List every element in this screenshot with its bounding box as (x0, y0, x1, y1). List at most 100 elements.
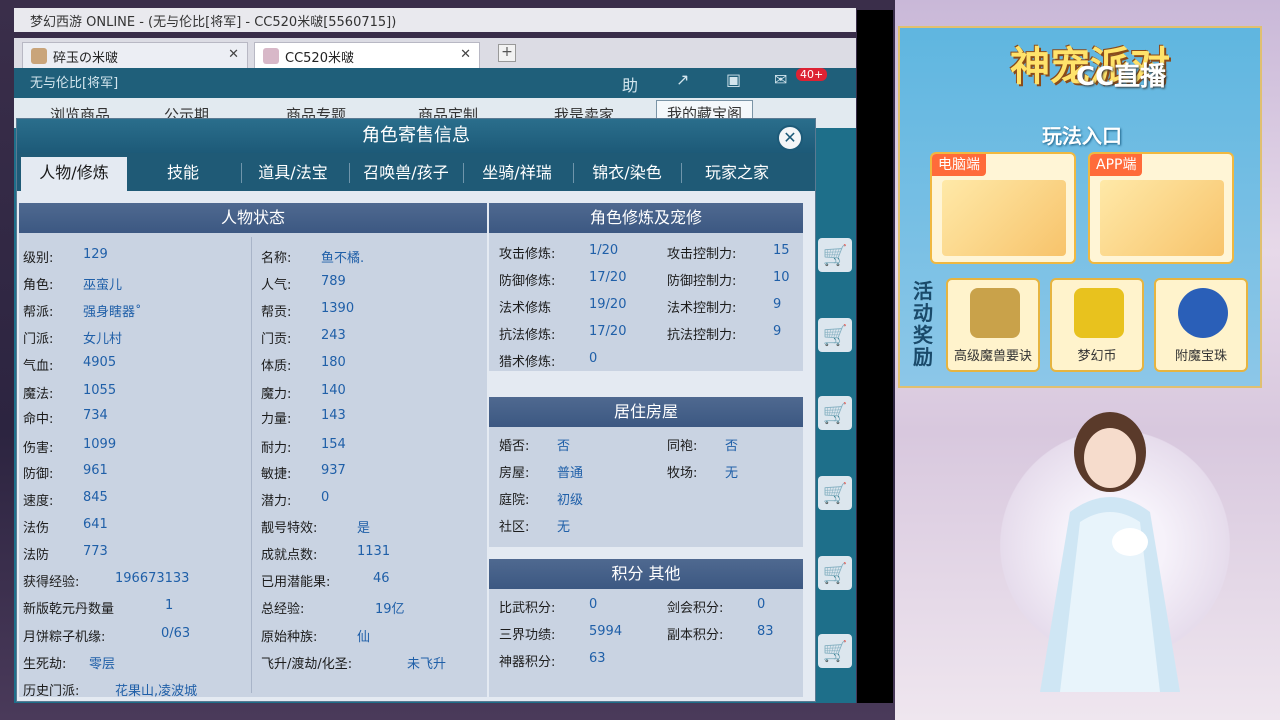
cart-icon[interactable]: 🛒 (818, 238, 852, 272)
stat-label: 社区: (499, 520, 530, 535)
stat-label: 角色: (23, 278, 54, 293)
stat-value: 0 (589, 597, 598, 612)
stat-row: 防御控制力: 10 (667, 270, 790, 289)
reward-item[interactable]: 附魔宝珠 (1154, 278, 1248, 372)
mail-icon[interactable]: ✉ (774, 70, 787, 89)
close-button[interactable]: ✕ (777, 125, 803, 151)
stat-row: 法防 773 (23, 544, 108, 563)
stat-row: 获得经验: 196673133 (23, 571, 189, 590)
close-icon[interactable]: ✕ (228, 47, 239, 62)
stat-value: 仙 (357, 630, 371, 645)
stat-row: 防御修炼: 17/20 (499, 270, 626, 289)
stat-value: 4905 (83, 355, 117, 370)
stat-value: 10 (773, 270, 790, 285)
pc-card[interactable]: 电脑端 (930, 152, 1076, 264)
stat-row: 角色: 巫蛮儿 (23, 274, 122, 293)
stat-row: 帮派: 强身瞎器˚ (23, 301, 142, 320)
stat-value: 花果山,凌波城 (115, 684, 198, 699)
cart-icon[interactable]: 🛒 (818, 396, 852, 430)
notification-badge: 40+ (796, 68, 828, 81)
tab-clothing[interactable]: 锦衣/染色 (575, 157, 679, 191)
stat-value: 83 (757, 624, 774, 639)
stat-value: 789 (321, 274, 346, 289)
reward-name: 梦幻币 (1077, 349, 1117, 364)
cart-icon[interactable]: 🛒 (818, 556, 852, 590)
tab-separator (349, 163, 350, 183)
stat-value: 196673133 (115, 571, 190, 586)
stat-value: 243 (321, 328, 346, 343)
stat-row: 总经验: 19亿 (261, 598, 405, 617)
stat-row: 房屋: 普通 (499, 462, 583, 481)
app-card[interactable]: APP端 (1088, 152, 1234, 264)
stat-label: 法术控制力: (667, 301, 737, 316)
stat-value: 1131 (357, 544, 391, 559)
stat-row: 社区: 无 (499, 516, 570, 535)
stat-row: 法术修炼 19/20 (499, 297, 626, 316)
reward-item[interactable]: 高级魔兽要诀 (946, 278, 1040, 372)
tab-skills[interactable]: 技能 (131, 157, 235, 191)
stat-value: 1 (165, 598, 174, 613)
avatar-icon (263, 48, 279, 64)
browser-tab-1[interactable]: 碎玉の米啵 ✕ (22, 42, 248, 68)
stat-row: 命中: 734 (23, 408, 108, 427)
stat-label: 速度: (23, 494, 54, 509)
close-icon[interactable]: ✕ (460, 47, 471, 62)
cart-icon[interactable]: 🛒 (818, 476, 852, 510)
stat-value: 5994 (589, 624, 623, 639)
character-illustration (1040, 412, 1180, 692)
stat-value: 773 (83, 544, 108, 559)
gold-icon (1074, 288, 1124, 338)
reward-item[interactable]: 梦幻币 (1050, 278, 1144, 372)
stat-label: 敏捷: (261, 467, 292, 482)
share-icon[interactable]: ↗ (676, 70, 689, 89)
tab-mounts[interactable]: 坐骑/祥瑞 (465, 157, 569, 191)
home-icon[interactable]: ▣ (726, 70, 741, 89)
stat-label: 原始种族: (261, 630, 318, 645)
avatar-icon (31, 48, 47, 64)
stat-value: 140 (321, 383, 346, 398)
stat-row: 庭院: 初级 (499, 489, 583, 508)
pc-tag: 电脑端 (932, 154, 986, 176)
stat-label: 同袍: (667, 439, 698, 454)
stat-value: 937 (321, 463, 346, 478)
stat-value: 无 (725, 466, 739, 481)
cart-icon[interactable]: 🛒 (818, 318, 852, 352)
stat-label: 防御修炼: (499, 274, 556, 289)
stat-value: 0 (321, 490, 330, 505)
stat-label: 伤害: (23, 441, 54, 456)
stat-label: 副本积分: (667, 628, 724, 643)
stat-row: 级别: 129 (23, 247, 108, 266)
tab-home[interactable]: 玩家之家 (685, 157, 789, 191)
stat-label: 比武积分: (499, 601, 556, 616)
column-divider (251, 237, 252, 693)
stat-row: 飞升/渡劫/化圣: 未飞升 (261, 653, 446, 672)
stat-label: 婚否: (499, 439, 530, 454)
stat-value: 女儿村 (83, 332, 123, 347)
stat-label: 级别: (23, 251, 54, 266)
window-title: 梦幻西游 ONLINE - (无与伦比[将军] - CC520米啵[556071… (30, 15, 397, 30)
stat-value: 180 (321, 355, 346, 370)
stat-label: 气血: (23, 359, 54, 374)
stat-value: 9 (773, 297, 782, 312)
tab-character[interactable]: 人物/修炼 (21, 157, 127, 191)
stat-value: 是 (357, 521, 371, 536)
stat-value: 17/20 (589, 324, 627, 339)
help-button[interactable]: 助 (622, 72, 638, 96)
event-ad-panel[interactable]: 神宠派对 CC直播 玩法入口 电脑端 APP端 活动奖励 高级魔兽要诀 梦幻币 … (898, 26, 1262, 388)
stat-label: 门贡: (261, 332, 292, 347)
browser-tab-2[interactable]: CC520米啵 ✕ (254, 42, 480, 68)
stat-row: 同袍: 否 (667, 435, 738, 454)
stat-label: 命中: (23, 412, 54, 427)
stat-row: 婚否: 否 (499, 435, 570, 454)
tab-items[interactable]: 道具/法宝 (243, 157, 343, 191)
cart-icon[interactable]: 🛒 (818, 634, 852, 668)
stat-row: 生死劫: 零层 (23, 653, 115, 672)
stat-label: 房屋: (499, 466, 530, 481)
tab-pets[interactable]: 召唤兽/孩子 (351, 157, 461, 191)
stat-row: 力量: 143 (261, 408, 346, 427)
new-tab-button[interactable]: + (498, 44, 516, 62)
stat-value: 1/20 (589, 243, 619, 258)
stat-label: 魔力: (261, 387, 292, 402)
stat-value: 未飞升 (407, 657, 447, 672)
stat-row: 剑会积分: 0 (667, 597, 765, 616)
